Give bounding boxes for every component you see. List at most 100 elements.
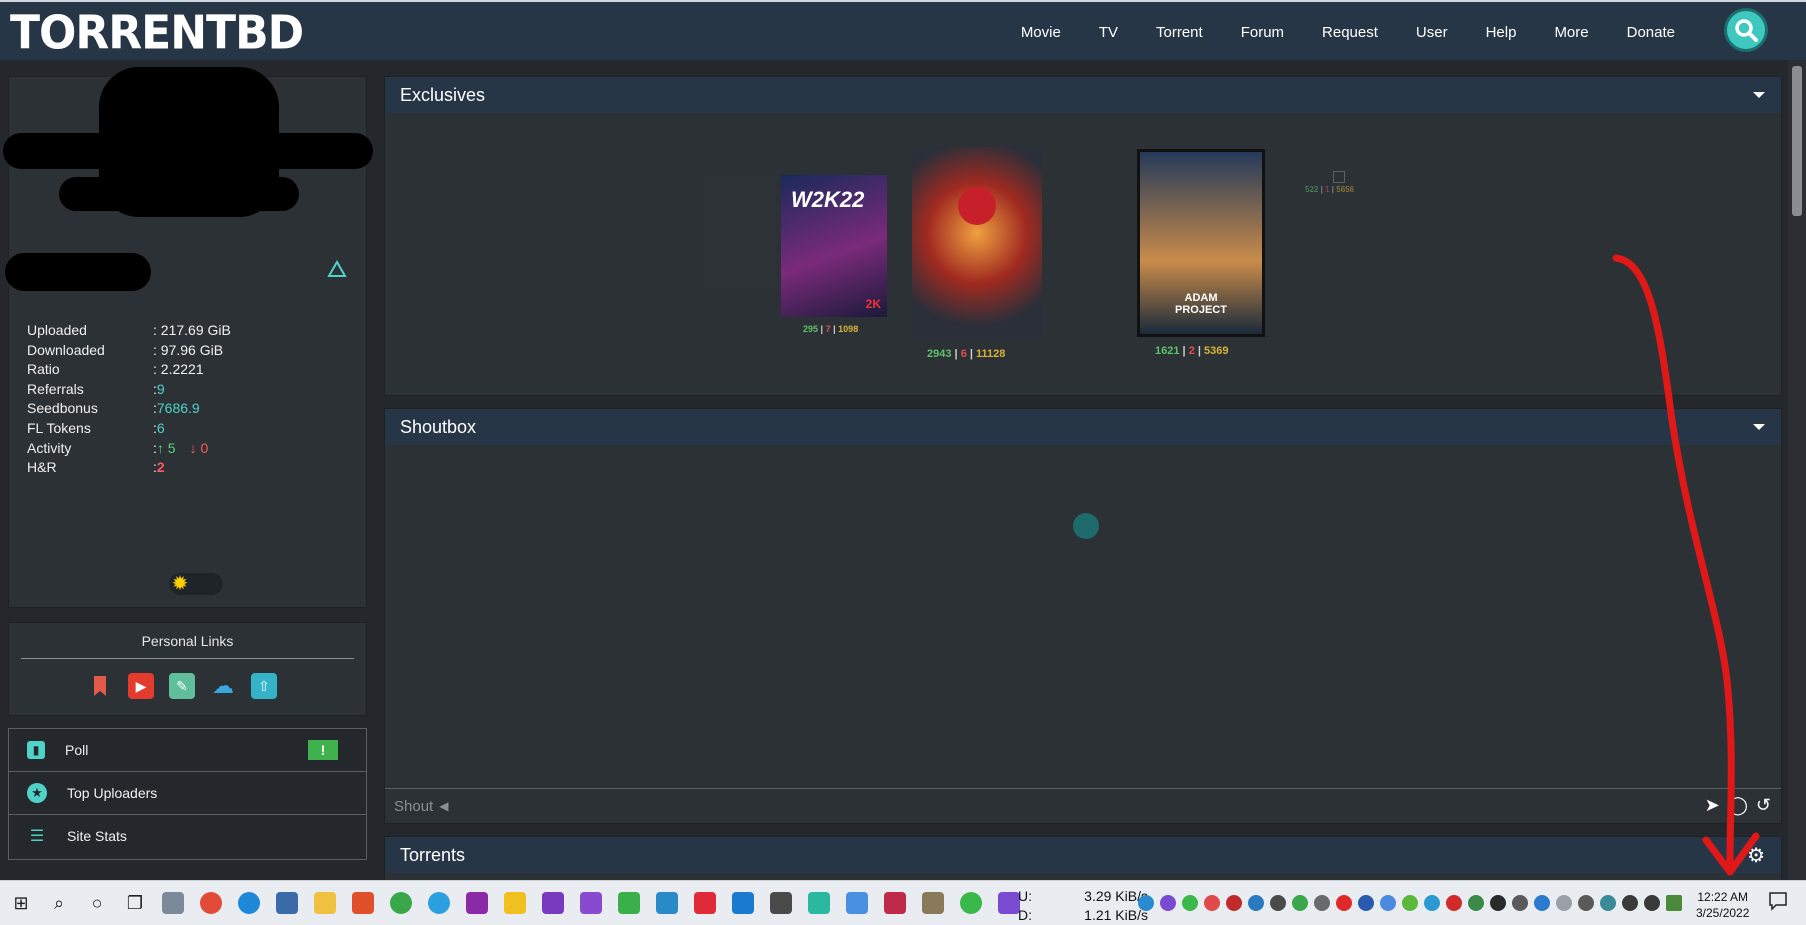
tray-icon[interactable] bbox=[1138, 895, 1154, 911]
shout-input[interactable]: Shout ◀ ➤ ◯ ↺ bbox=[385, 788, 1781, 823]
tray-icon[interactable] bbox=[1358, 895, 1374, 911]
tray-icon[interactable] bbox=[1314, 895, 1330, 911]
scrollbar-thumb[interactable] bbox=[1792, 66, 1802, 216]
nav-more[interactable]: More bbox=[1535, 24, 1607, 41]
tray-icon[interactable] bbox=[1578, 895, 1594, 911]
tray-icon[interactable] bbox=[1270, 895, 1286, 911]
app-icon[interactable] bbox=[998, 892, 1020, 914]
activity-seeding[interactable]: ↑ 5 bbox=[157, 439, 176, 459]
vscode-icon[interactable] bbox=[732, 892, 754, 914]
cloud-sync-icon[interactable]: ☁ bbox=[210, 673, 236, 699]
youtube-icon[interactable]: ▶ bbox=[128, 673, 154, 699]
file-explorer-icon[interactable] bbox=[314, 892, 336, 914]
stat-row: FL Tokens: 6 bbox=[27, 419, 231, 439]
task-view-icon[interactable]: ❐ bbox=[116, 881, 154, 925]
search-icon[interactable]: ⌕ bbox=[40, 881, 78, 925]
sidebar-item-top-uploaders[interactable]: ★ Top Uploaders bbox=[9, 772, 366, 815]
tray-icon[interactable] bbox=[1512, 895, 1528, 911]
notes-icon[interactable]: ✎ bbox=[169, 673, 195, 699]
nav-movie[interactable]: Movie bbox=[1002, 24, 1080, 41]
gear-icon[interactable]: ⚙ bbox=[1747, 843, 1765, 868]
app-icon[interactable] bbox=[390, 892, 412, 914]
app-icon[interactable] bbox=[276, 892, 298, 914]
clion-icon[interactable] bbox=[808, 892, 830, 914]
app-icon[interactable] bbox=[846, 892, 868, 914]
nav-user[interactable]: User bbox=[1397, 24, 1467, 41]
poster-stats: 2943 | 6 | 11128 bbox=[927, 348, 1006, 360]
tray-icon[interactable] bbox=[1424, 895, 1440, 911]
tray-icon[interactable] bbox=[1402, 895, 1418, 911]
tray-icon[interactable] bbox=[1446, 895, 1462, 911]
tray-icon[interactable] bbox=[1204, 895, 1220, 911]
tray-icon[interactable] bbox=[1380, 895, 1396, 911]
onenote-icon[interactable] bbox=[580, 892, 602, 914]
seedbonus-link[interactable]: 7686.9 bbox=[157, 399, 200, 419]
notification-icon[interactable] bbox=[1768, 891, 1790, 913]
sidebar-item-poll[interactable]: ▮ Poll ! bbox=[9, 729, 366, 772]
battery-icon[interactable] bbox=[1666, 895, 1682, 911]
onedrive-icon[interactable] bbox=[1534, 895, 1550, 911]
tray-icon[interactable] bbox=[1248, 895, 1264, 911]
office-icon[interactable] bbox=[352, 892, 374, 914]
nav-forum[interactable]: Forum bbox=[1222, 24, 1303, 41]
player-icon[interactable] bbox=[504, 892, 526, 914]
wifi-icon[interactable] bbox=[1622, 895, 1638, 911]
poster-wwe2k22[interactable]: W2K22 2K bbox=[781, 175, 887, 317]
exclusives-header[interactable]: Exclusives bbox=[385, 77, 1781, 113]
onenote-icon[interactable] bbox=[542, 892, 564, 914]
chrome-icon[interactable] bbox=[200, 892, 222, 914]
sidebar-item-site-stats[interactable]: ☰ Site Stats bbox=[9, 815, 366, 857]
tray-icon[interactable] bbox=[1292, 895, 1308, 911]
whatsapp-icon[interactable] bbox=[960, 892, 982, 914]
torrents-header[interactable]: Torrents ⚙ bbox=[385, 837, 1781, 873]
app-icon[interactable] bbox=[618, 892, 640, 914]
app-icon[interactable] bbox=[922, 892, 944, 914]
fl-tokens-link[interactable]: 6 bbox=[157, 419, 165, 439]
app-icon[interactable] bbox=[466, 892, 488, 914]
tray-icon[interactable] bbox=[1490, 895, 1506, 911]
tray-icon[interactable] bbox=[1160, 895, 1176, 911]
nav-torrent[interactable]: Torrent bbox=[1137, 24, 1222, 41]
chevron-down-icon[interactable] bbox=[1753, 92, 1765, 98]
bookmark-icon[interactable] bbox=[87, 673, 113, 699]
tray-icon[interactable] bbox=[1556, 895, 1572, 911]
hnr-count[interactable]: 2 bbox=[157, 458, 165, 478]
activity-leeching[interactable]: ↓ 0 bbox=[190, 439, 209, 459]
send-icon[interactable]: ➤ bbox=[1705, 795, 1720, 816]
poll-alert-badge[interactable]: ! bbox=[308, 740, 338, 760]
nav-donate[interactable]: Donate bbox=[1608, 24, 1694, 41]
app-icon[interactable] bbox=[656, 892, 678, 914]
cortana-icon[interactable]: ○ bbox=[78, 881, 116, 925]
windows-start-icon[interactable]: ⊞ bbox=[2, 881, 40, 925]
chevron-down-icon[interactable] bbox=[1753, 424, 1765, 430]
app-icon[interactable] bbox=[162, 892, 184, 914]
upload-book-icon[interactable]: ⇧ bbox=[251, 673, 277, 699]
emoji-icon[interactable]: ◯ bbox=[1728, 795, 1748, 816]
sublime-icon[interactable] bbox=[770, 892, 792, 914]
nav-help[interactable]: Help bbox=[1467, 24, 1536, 41]
app-icon[interactable] bbox=[694, 892, 716, 914]
tray-icon[interactable] bbox=[1600, 895, 1616, 911]
poster-spiderman[interactable] bbox=[912, 147, 1042, 339]
tray-icon[interactable] bbox=[1226, 895, 1242, 911]
search-button[interactable] bbox=[1724, 8, 1768, 52]
system-clock[interactable]: 12:22 AM 3/25/2022 bbox=[1696, 889, 1749, 921]
tray-icon[interactable] bbox=[1182, 895, 1198, 911]
volume-icon[interactable] bbox=[1644, 895, 1660, 911]
windows-taskbar: ⊞ ⌕ ○ ❐ U: 3.29 KiB/s D: 1.21 KiB/s 12:2… bbox=[0, 880, 1806, 925]
edge-icon[interactable] bbox=[238, 892, 260, 914]
telegram-icon[interactable] bbox=[428, 892, 450, 914]
tray-icon[interactable] bbox=[1468, 895, 1484, 911]
star-badge-icon: ★ bbox=[27, 783, 47, 803]
poster-broken-image[interactable] bbox=[1333, 171, 1345, 183]
shoutbox-header[interactable]: Shoutbox bbox=[385, 409, 1781, 445]
nav-tv[interactable]: TV bbox=[1080, 24, 1137, 41]
tray-icon[interactable] bbox=[1336, 895, 1352, 911]
history-icon[interactable]: ↺ bbox=[1756, 795, 1771, 816]
site-logo[interactable]: TORRENTBD bbox=[10, 7, 304, 61]
poster-adam-project[interactable]: ADAM PROJECT bbox=[1137, 149, 1265, 337]
app-icon[interactable] bbox=[884, 892, 906, 914]
referrals-link[interactable]: 9 bbox=[157, 380, 165, 400]
page-scrollbar[interactable] bbox=[1788, 60, 1806, 880]
nav-request[interactable]: Request bbox=[1303, 24, 1397, 41]
